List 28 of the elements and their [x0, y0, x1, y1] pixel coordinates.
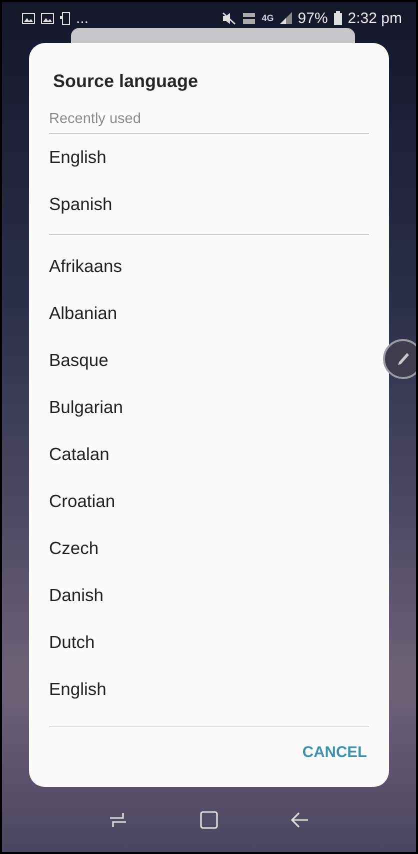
language-item[interactable]: English — [49, 134, 369, 181]
battery-percent: 97% — [298, 10, 328, 26]
back-icon[interactable] — [291, 812, 310, 828]
image-icon — [41, 12, 54, 24]
language-item[interactable]: Albanian — [49, 290, 369, 337]
section-header: Recently used — [49, 99, 369, 134]
language-item[interactable]: Basque — [49, 337, 369, 384]
dialog-title: Source language — [52, 70, 200, 93]
language-item[interactable]: Croatian — [49, 478, 369, 525]
battery-icon — [334, 11, 342, 25]
language-item[interactable]: Catalan — [49, 431, 369, 478]
pen-icon[interactable] — [383, 339, 416, 379]
recents-icon[interactable] — [108, 812, 127, 828]
language-item[interactable]: Bulgarian — [49, 384, 369, 431]
language-item[interactable]: English — [49, 666, 369, 713]
language-item[interactable]: Spanish — [49, 181, 369, 228]
language-item[interactable]: Danish — [49, 572, 369, 619]
language-item[interactable]: Czech — [49, 525, 369, 572]
mute-icon — [222, 12, 236, 24]
more-notifications: ... — [76, 10, 89, 26]
signal-icon — [280, 12, 292, 24]
clock: 2:32 pm — [348, 10, 402, 26]
network-label: 4G — [262, 13, 274, 23]
language-item[interactable]: Afrikaans — [49, 243, 369, 290]
home-icon[interactable] — [200, 811, 218, 829]
phone-icon — [60, 12, 70, 24]
language-item[interactable]: Dutch — [49, 619, 369, 666]
image-icon — [22, 12, 35, 24]
